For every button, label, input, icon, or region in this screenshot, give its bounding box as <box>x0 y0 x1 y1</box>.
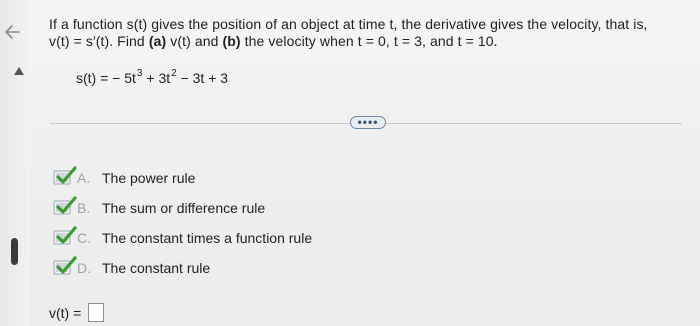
velocity-answer-input[interactable] <box>88 303 104 322</box>
scrollbar-thumb[interactable] <box>11 238 18 265</box>
option-label: The constant times a function rule <box>102 230 313 246</box>
question-intro: If a function s(t) gives the position of… <box>49 16 648 32</box>
option-label: The constant rule <box>102 260 211 276</box>
option-b[interactable]: B. The sum or difference rule <box>52 195 382 225</box>
option-d[interactable]: D. The constant rule <box>52 255 382 285</box>
rule-options-list: A. The power rule B. The sum or differen… <box>52 165 382 285</box>
option-c[interactable]: C. The constant times a function rule <box>52 225 382 255</box>
equation-lhs: s(t) = <box>76 70 113 86</box>
left-navigation-strip <box>0 0 30 326</box>
back-arrow-icon[interactable] <box>4 23 20 41</box>
answer-label: v(t) = <box>49 305 82 321</box>
option-letter: A. <box>77 170 91 186</box>
homework-question-screen: If a function s(t) gives the position of… <box>0 0 700 326</box>
part-b-label: (b) <box>222 33 241 49</box>
option-a[interactable]: A. The power rule <box>52 165 382 195</box>
more-button[interactable]: •••• <box>350 116 386 129</box>
collapse-up-icon[interactable] <box>14 67 24 75</box>
option-letter: B. <box>77 200 91 216</box>
equation-term-3: − 3t + 3 <box>176 70 229 86</box>
equation-term-1: − 5t <box>112 70 136 86</box>
equation-exponent-1: 3 <box>136 68 143 79</box>
equation-exponent-2: 2 <box>171 68 177 79</box>
question-part-text-1: v(t) = s′(t). Find <box>49 33 149 49</box>
question-part-text-2: v(t) and <box>166 33 223 49</box>
equation-term-2: + 3t <box>142 70 171 86</box>
option-label: The power rule <box>102 170 196 186</box>
question-text: If a function s(t) gives the position of… <box>49 16 679 50</box>
option-letter: D. <box>77 260 91 276</box>
question-part-text-3: the velocity when t = 0, t = 3, and t = … <box>240 33 498 49</box>
option-label: The sum or difference rule <box>102 200 266 216</box>
position-function-equation: s(t) = − 5t3 + 3t2 − 3t + 3 <box>76 68 229 90</box>
part-a-label: (a) <box>148 33 167 49</box>
option-letter: C. <box>77 230 91 246</box>
